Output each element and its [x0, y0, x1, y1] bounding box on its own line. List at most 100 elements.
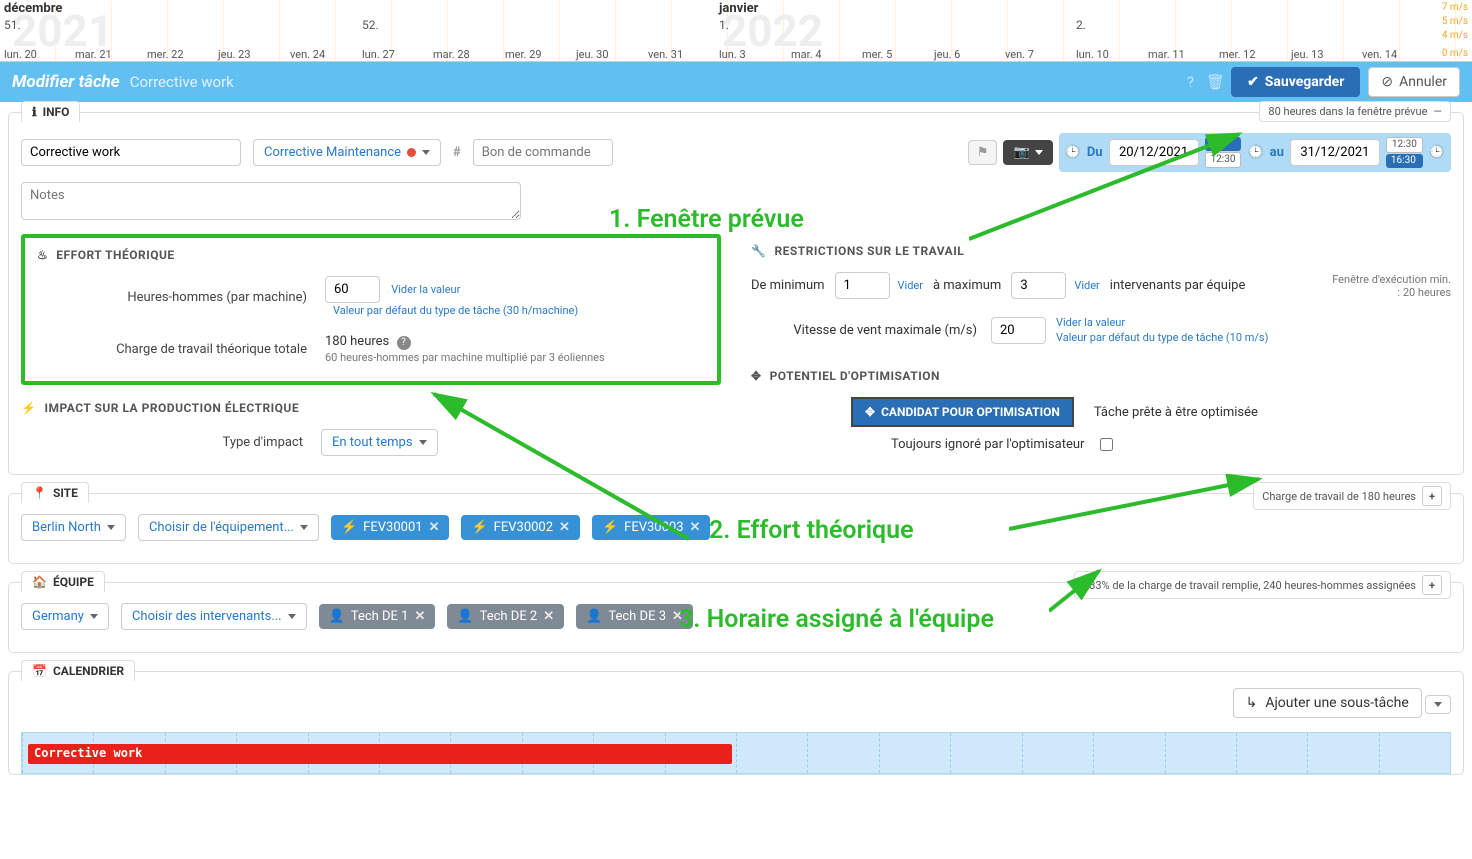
- impact-type-select[interactable]: En tout temps: [321, 429, 438, 456]
- date-from-input[interactable]: [1109, 139, 1199, 166]
- remove-icon[interactable]: ✕: [543, 609, 554, 624]
- day-label: ven. 24: [290, 48, 325, 61]
- max-label: à maximum: [933, 278, 1001, 293]
- hash-label: #: [453, 145, 461, 160]
- remove-icon[interactable]: ✕: [690, 520, 701, 535]
- info-panel: ℹ INFO 80 heures dans la fenêtre prévue …: [8, 112, 1464, 475]
- calendar-icon: 📅: [32, 664, 47, 678]
- worker-select[interactable]: Choisir des intervenants...: [121, 603, 307, 630]
- clear-min[interactable]: Vider: [898, 279, 923, 292]
- date-to-input[interactable]: [1290, 139, 1380, 166]
- day-label: ven. 31: [648, 48, 683, 61]
- worker-chip[interactable]: 👤Tech DE 3✕: [576, 604, 693, 629]
- remove-icon[interactable]: ✕: [672, 609, 683, 624]
- day-label: ven. 14: [1362, 48, 1397, 61]
- week-label: 52.: [362, 18, 379, 32]
- remove-icon[interactable]: ✕: [559, 520, 570, 535]
- cancel-button[interactable]: ⊘ Annuler: [1368, 67, 1460, 97]
- default-hh[interactable]: Valeur par défaut du type de tâche (30 h…: [333, 304, 578, 317]
- day-label: mar. 28: [433, 48, 470, 61]
- week-label: 51.: [4, 18, 21, 32]
- site-workload-summary[interactable]: Charge de travail de 180 heures+: [1253, 482, 1451, 510]
- week-label: 2.: [1076, 18, 1086, 32]
- person-icon: 👤: [586, 609, 602, 624]
- trash-icon[interactable]: 🗑: [1206, 73, 1225, 91]
- save-button[interactable]: ✔ Sauvegarder: [1231, 67, 1360, 97]
- clear-wind[interactable]: Vider la valeur: [1056, 316, 1125, 329]
- site-select[interactable]: Berlin North: [21, 514, 126, 541]
- equipment-chip[interactable]: ⚡FEV30001✕: [331, 515, 449, 540]
- hh-input[interactable]: [325, 276, 380, 303]
- country-select[interactable]: Germany: [21, 603, 109, 630]
- home-icon: 🏠: [32, 575, 47, 589]
- month-label: janvier: [719, 1, 758, 16]
- notes-input[interactable]: [21, 182, 521, 220]
- check-icon: ✔: [1247, 74, 1259, 90]
- remove-icon[interactable]: ✕: [414, 609, 425, 624]
- flag-button[interactable]: ⚑: [968, 140, 998, 165]
- caret-down-icon: [288, 614, 296, 619]
- team-workload-summary[interactable]: 133% de la charge de travail remplie, 24…: [1074, 571, 1451, 599]
- day-label: jeu. 13: [1291, 48, 1324, 61]
- total-hint: 60 heures-hommes par machine multiplié p…: [325, 351, 605, 364]
- add-subtask-button[interactable]: ↳ Ajouter une sous-tâche: [1233, 688, 1422, 718]
- camera-button[interactable]: 📷: [1003, 140, 1052, 165]
- equipment-select[interactable]: Choisir de l'équipement...: [138, 514, 319, 541]
- calendar-task-bar[interactable]: Corrective work: [28, 744, 732, 764]
- day-label: mar. 21: [75, 48, 112, 61]
- wind-scale: 5 m/s: [1442, 16, 1468, 27]
- clear-hh[interactable]: Vider la valeur: [391, 283, 460, 296]
- timeline-ruler[interactable]: 2021 2022 décembre janvier 51. 52. 1. 2.…: [0, 0, 1472, 62]
- total-value: 180 heures: [325, 334, 389, 349]
- help-icon[interactable]: ?: [397, 336, 411, 350]
- day-label: mar. 4: [791, 48, 822, 61]
- task-name-input[interactable]: [21, 139, 241, 166]
- min-input[interactable]: [835, 272, 890, 299]
- time-from-top[interactable]: [1205, 137, 1242, 151]
- plus-icon[interactable]: +: [1422, 575, 1442, 595]
- calendar-timeline[interactable]: Corrective work: [21, 732, 1451, 774]
- team-tab: 🏠ÉQUIPE: [21, 571, 105, 592]
- cancel-icon: ⊘: [1381, 74, 1393, 90]
- help-icon[interactable]: ?: [1187, 73, 1194, 91]
- info-window-summary[interactable]: 80 heures dans la fenêtre prévue —: [1259, 101, 1451, 122]
- default-wind[interactable]: Valeur par défaut du type de tâche (10 m…: [1056, 331, 1268, 344]
- caret-down-icon: [422, 150, 430, 155]
- add-subtask-dropdown[interactable]: [1425, 695, 1451, 714]
- cancel-label: Annuler: [1399, 74, 1447, 90]
- calendar-panel: 📅CALENDRIER ↳ Ajouter une sous-tâche Cor…: [8, 671, 1464, 775]
- clock-icon: 🕒: [1247, 145, 1263, 160]
- opt-ignore-checkbox[interactable]: [1100, 438, 1113, 451]
- date-range-control: ⚑ 📷 🕒 Du 12:30 🕒 au 12:30 16:30 🕒: [968, 133, 1451, 172]
- day-label: lun. 20: [4, 48, 37, 61]
- time-to-bottom[interactable]: 16:30: [1386, 154, 1423, 168]
- worker-chip[interactable]: 👤Tech DE 1✕: [319, 604, 436, 629]
- time-from-bottom[interactable]: 12:30: [1205, 152, 1242, 168]
- remove-icon[interactable]: ✕: [429, 520, 440, 535]
- clear-max[interactable]: Vider: [1074, 279, 1099, 292]
- time-to-top[interactable]: 12:30: [1386, 137, 1423, 153]
- team-label: intervenants par équipe: [1110, 278, 1246, 293]
- total-label: Charge de travail théorique totale: [25, 342, 325, 357]
- plus-icon[interactable]: +: [1422, 486, 1442, 506]
- task-title: Corrective work: [130, 73, 234, 91]
- optimization-badge[interactable]: ✥CANDIDAT POUR OPTIMISATION: [851, 397, 1074, 427]
- calendar-tab: 📅CALENDRIER: [21, 660, 135, 681]
- day-label: mer. 29: [505, 48, 542, 61]
- wind-scale: 4 m/s: [1442, 30, 1468, 41]
- page-header: Modifier tâche Corrective work ? 🗑 ✔ Sau…: [0, 62, 1472, 102]
- equipment-chip[interactable]: ⚡FEV30002✕: [461, 515, 579, 540]
- max-input[interactable]: [1011, 272, 1066, 299]
- worker-chip[interactable]: 👤Tech DE 2✕: [447, 604, 564, 629]
- person-icon: 👤: [457, 609, 473, 624]
- wind-input[interactable]: [991, 317, 1046, 344]
- po-input[interactable]: [473, 139, 613, 166]
- opt-ready-text: Tâche prête à être optimisée: [1094, 405, 1258, 420]
- move-icon: ✥: [865, 405, 875, 419]
- wrench-icon: 🔧: [751, 244, 766, 258]
- exec-window-hint: Fenêtre d'exécution min. : 20 heures: [1331, 273, 1451, 299]
- day-label: mer. 22: [147, 48, 184, 61]
- wind-label: Vitesse de vent maximale (m/s): [751, 323, 991, 338]
- category-select[interactable]: Corrective Maintenance: [253, 139, 441, 166]
- equipment-chip[interactable]: ⚡FEV30003✕: [592, 515, 710, 540]
